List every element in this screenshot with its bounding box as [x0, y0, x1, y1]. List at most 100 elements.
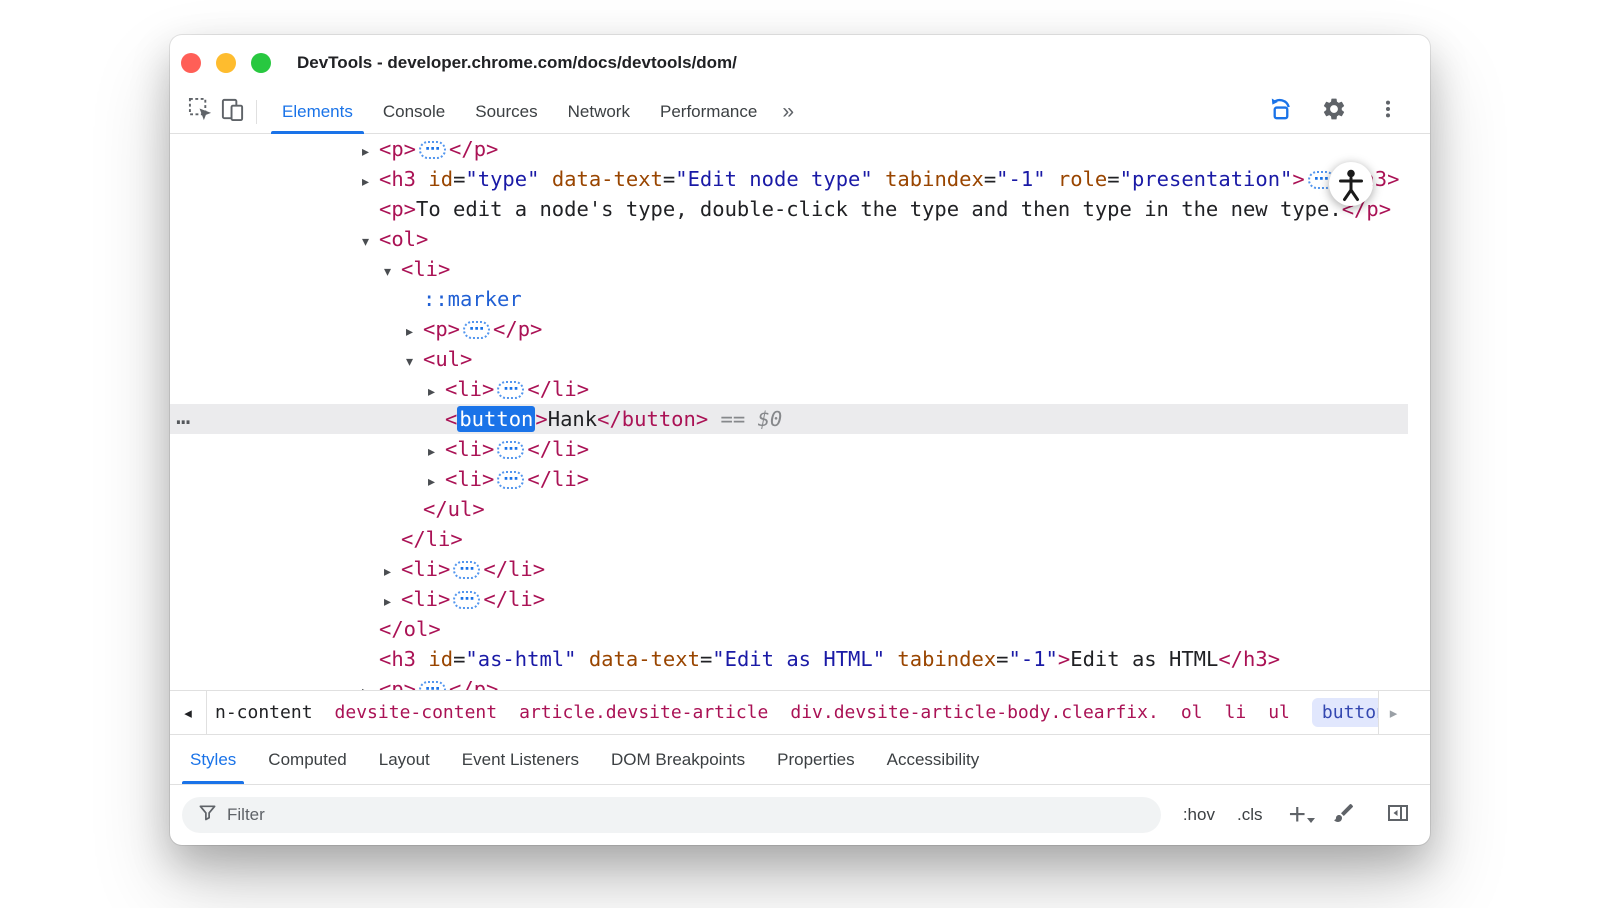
settings-button[interactable]	[1318, 96, 1350, 128]
expand-arrow-icon[interactable]: ▸	[362, 167, 379, 197]
tab-computed[interactable]: Computed	[252, 735, 362, 784]
inline-ellipsis-button[interactable]	[497, 471, 524, 489]
tree-row[interactable]: ▸<li></li>	[170, 584, 1408, 614]
code-token-tag: </li>	[483, 557, 545, 581]
code-token-tag: </h3>	[1218, 647, 1280, 671]
breadcrumb-item-ol[interactable]: ol	[1181, 702, 1203, 723]
tree-row[interactable]: ▸<p></p>	[170, 134, 1408, 164]
filter-field[interactable]	[182, 797, 1161, 833]
breadcrumb-item-n-content[interactable]: n-content	[215, 702, 313, 723]
expand-arrow-icon[interactable]: ▸	[362, 677, 379, 690]
breadcrumb-item-ul[interactable]: ul	[1268, 702, 1290, 723]
expand-arrow-icon[interactable]: ▸	[428, 377, 445, 407]
tree-row[interactable]: ▾<ul>	[170, 344, 1408, 374]
inspect-cursor-icon	[188, 97, 213, 127]
breadcrumb-item-div-devsite-article-body-clearfix[interactable]: div.devsite-article-body.clearfix.	[790, 702, 1158, 723]
title-bar: DevTools - developer.chrome.com/docs/dev…	[170, 35, 1430, 90]
code-token-tag: </li>	[401, 527, 463, 551]
code-token-tag: </li>	[527, 437, 589, 461]
tree-row[interactable]: ▸<li></li>	[170, 464, 1408, 494]
code-token-seltag: button	[457, 406, 535, 432]
inline-ellipsis-button[interactable]	[419, 681, 446, 690]
breadcrumb-item-devsite-content[interactable]: devsite-content	[335, 702, 498, 723]
breadcrumb-scroll-right-button[interactable]: ▸	[1378, 691, 1408, 734]
tree-row[interactable]: ▾<li>	[170, 254, 1408, 284]
tab-sources[interactable]: Sources	[460, 90, 552, 134]
expand-arrow-icon[interactable]: ▸	[428, 437, 445, 467]
breadcrumb-scroll-left-button[interactable]: ◂	[170, 691, 207, 734]
code-token-tag: </li>	[527, 467, 589, 491]
kebab-menu-button[interactable]	[1372, 96, 1404, 128]
expand-arrow-icon[interactable]: ▸	[406, 317, 423, 347]
collapse-arrow-icon[interactable]: ▾	[384, 257, 401, 287]
screencast-toggle-button[interactable]	[1264, 96, 1296, 128]
code-token-tag: <li>	[401, 587, 450, 611]
collapse-arrow-icon[interactable]: ▾	[406, 347, 423, 377]
more-tabs-button[interactable]: »	[772, 101, 804, 122]
code-token-val: "type"	[465, 167, 539, 191]
code-token-dollar: $0	[758, 407, 783, 431]
inspect-element-button[interactable]	[184, 96, 216, 128]
tab-network[interactable]: Network	[553, 90, 645, 134]
expand-arrow-icon[interactable]: ▸	[384, 587, 401, 617]
tab-elements[interactable]: Elements	[267, 90, 368, 134]
tab-properties[interactable]: Properties	[761, 735, 870, 784]
inline-ellipsis-button[interactable]	[453, 591, 480, 609]
code-token-tag: </button>	[597, 407, 708, 431]
paintbrush-icon	[1332, 801, 1356, 830]
tree-row[interactable]: ▸<p></p>	[170, 674, 1408, 690]
tab-dom-breakpoints[interactable]: DOM Breakpoints	[595, 735, 761, 784]
inline-ellipsis-button[interactable]	[463, 321, 490, 339]
tab-performance[interactable]: Performance	[645, 90, 772, 134]
sidebar-toggle-button[interactable]	[1382, 799, 1414, 831]
code-token-tag: <	[445, 407, 457, 431]
tree-row[interactable]: </ol>	[170, 614, 1408, 644]
new-style-rule-button[interactable]: +	[1288, 800, 1306, 830]
tree-row[interactable]: </ul>	[170, 494, 1408, 524]
desktop-background: DevTools - developer.chrome.com/docs/dev…	[0, 0, 1600, 908]
tree-row[interactable]: ▸<li></li>	[170, 554, 1408, 584]
screencast-icon	[1266, 95, 1295, 129]
breadcrumb-item-li[interactable]: li	[1225, 702, 1247, 723]
code-token-plain	[577, 647, 589, 671]
tree-row[interactable]: ▸<li></li>	[170, 434, 1408, 464]
breadcrumb-item-button[interactable]: button	[1312, 698, 1378, 727]
rendering-emulation-button[interactable]	[1328, 799, 1360, 831]
toggle-class-button[interactable]: .cls	[1237, 805, 1263, 825]
tree-row[interactable]: ▸<p></p>	[170, 314, 1408, 344]
styles-filter-input[interactable]	[227, 805, 1145, 825]
tab-console[interactable]: Console	[368, 90, 460, 134]
expand-arrow-icon[interactable]: ▸	[428, 467, 445, 497]
tree-row[interactable]: ▾<ol>	[170, 224, 1408, 254]
minimize-window-button[interactable]	[216, 53, 236, 73]
tree-row[interactable]: <p>To edit a node's type, double-click t…	[170, 194, 1408, 224]
code-token-tag: <p>	[379, 197, 416, 221]
expand-arrow-icon[interactable]: ▸	[384, 557, 401, 587]
tab-layout[interactable]: Layout	[363, 735, 446, 784]
tree-row[interactable]: </li>	[170, 524, 1408, 554]
toggle-element-state-button[interactable]: :hov	[1183, 805, 1215, 825]
inline-ellipsis-button[interactable]	[453, 561, 480, 579]
breadcrumb-item-article-devsite-article[interactable]: article.devsite-article	[519, 702, 768, 723]
row-overflow-menu-icon[interactable]: …	[176, 401, 191, 431]
code-token-tag: <li>	[445, 377, 494, 401]
collapse-arrow-icon[interactable]: ▾	[362, 227, 379, 257]
tree-row[interactable]: ::marker	[170, 284, 1408, 314]
inline-ellipsis-button[interactable]	[497, 441, 524, 459]
tab-event-listeners[interactable]: Event Listeners	[446, 735, 595, 784]
code-token-attr: role	[1058, 167, 1107, 191]
close-window-button[interactable]	[181, 53, 201, 73]
tree-row[interactable]: ▸<h3 id="type" data-text="Edit node type…	[170, 164, 1408, 194]
device-toolbar-button[interactable]	[216, 96, 248, 128]
code-token-val: "presentation"	[1120, 167, 1293, 191]
maximize-window-button[interactable]	[251, 53, 271, 73]
tab-accessibility[interactable]: Accessibility	[871, 735, 996, 784]
tree-row[interactable]: <h3 id="as-html" data-text="Edit as HTML…	[170, 644, 1408, 674]
expand-arrow-icon[interactable]: ▸	[362, 137, 379, 167]
tree-row[interactable]: ▸<li></li>	[170, 374, 1408, 404]
tab-styles[interactable]: Styles	[174, 735, 252, 784]
inline-ellipsis-button[interactable]	[419, 141, 446, 159]
tree-row[interactable]: <button>Hank</button> == $0…	[170, 404, 1408, 434]
inline-ellipsis-button[interactable]	[497, 381, 524, 399]
code-token-tag: <h3	[379, 167, 416, 191]
